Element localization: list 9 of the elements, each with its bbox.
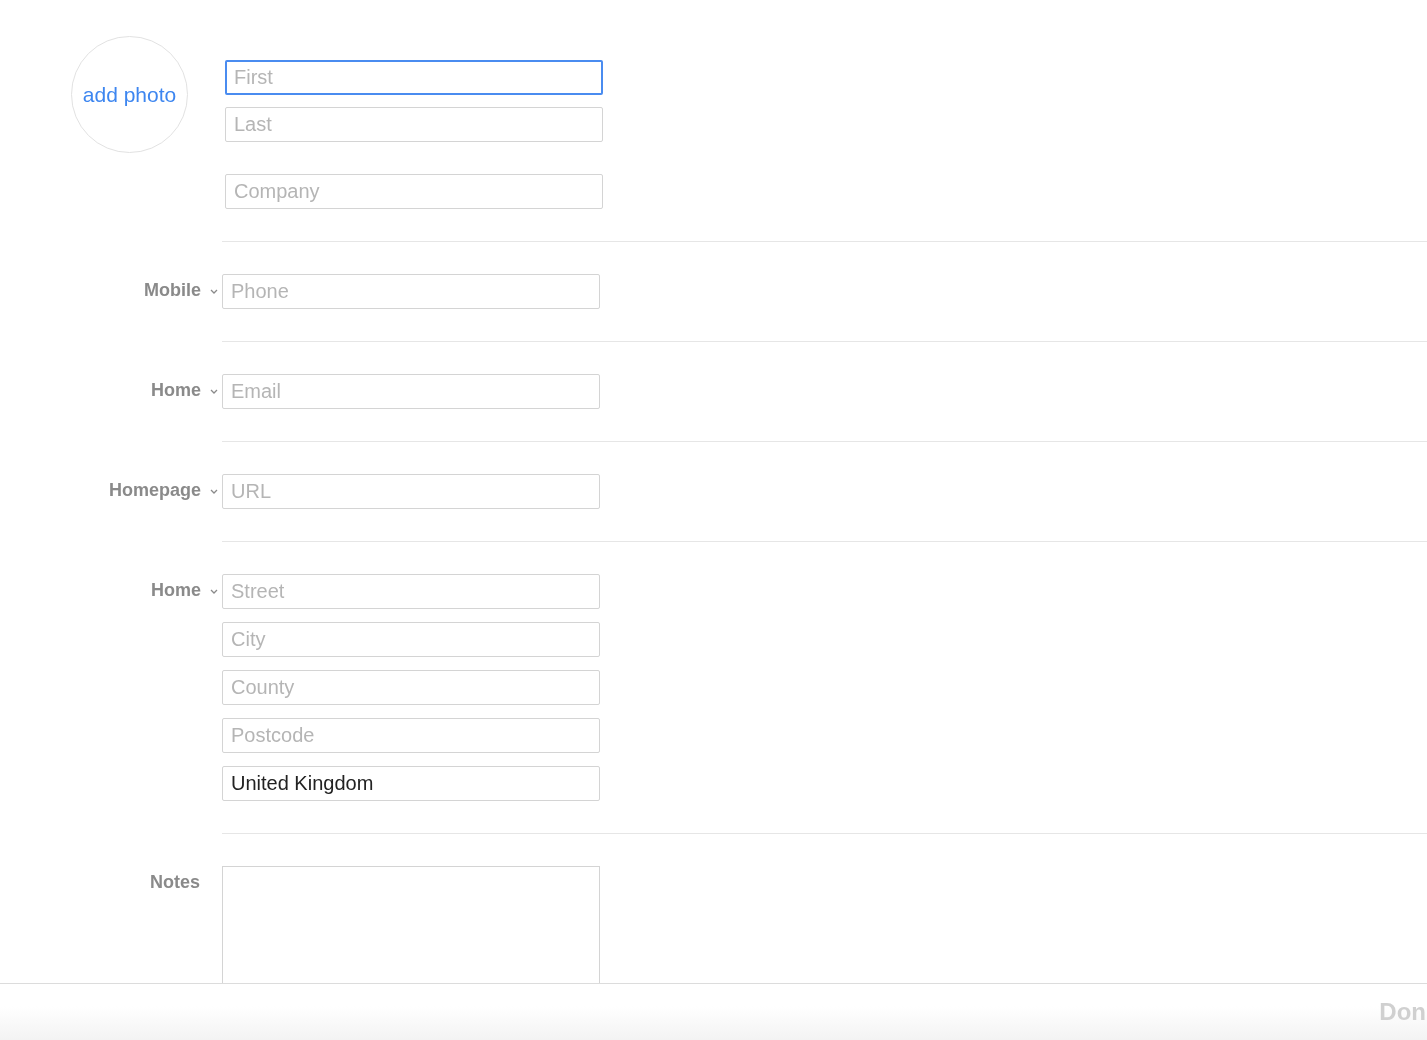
input-field[interactable]: First [225,60,603,95]
notes-field[interactable] [222,866,600,983]
field-type-dropdown[interactable]: Home [151,573,219,608]
add-photo-button[interactable]: add photo [71,36,188,153]
field-label: Notes [150,871,200,894]
field-type-dropdown[interactable]: Home [151,373,219,408]
field-type-dropdown[interactable]: Homepage [108,473,219,508]
field-type-dropdown[interactable]: Mobile [144,273,219,308]
input-field[interactable]: United Kingdom [222,766,600,801]
